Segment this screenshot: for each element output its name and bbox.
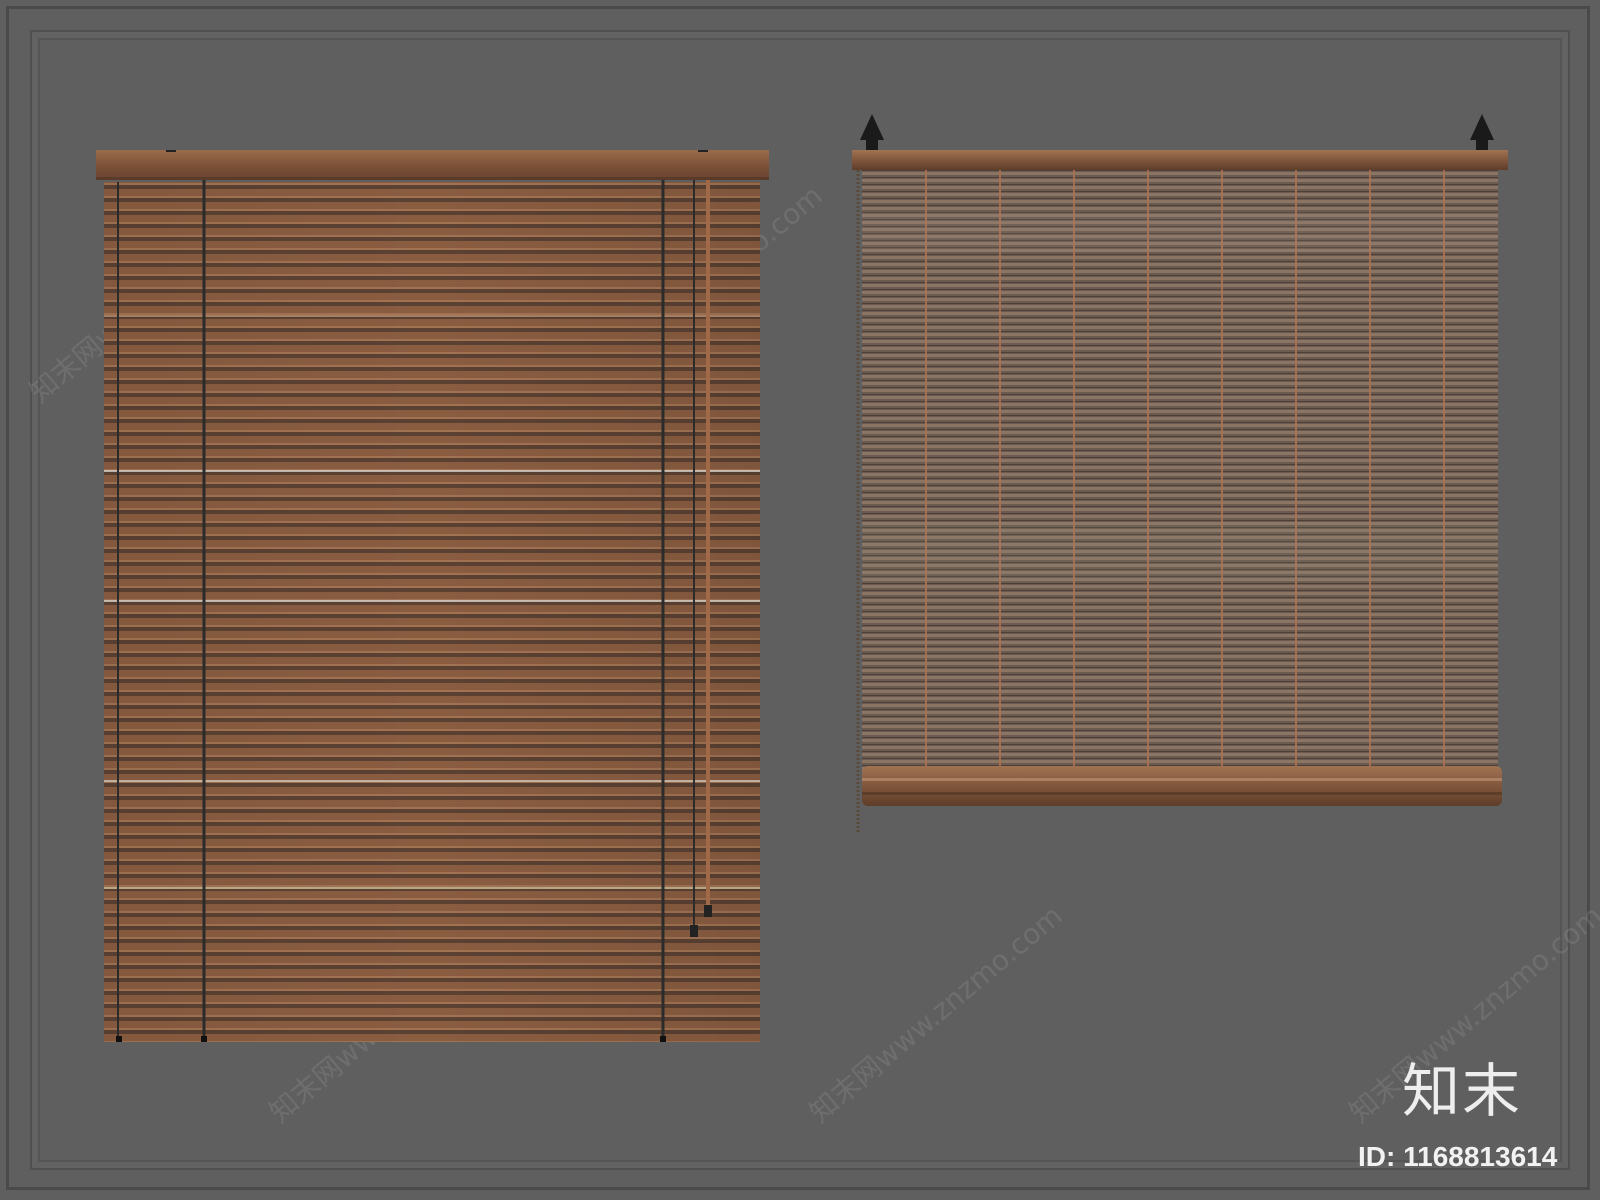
watermark-logo: 知末 [1402, 1057, 1523, 1125]
bamboo-roll-blind [850, 102, 1510, 832]
image-id-label: ID: 1168813614 [1358, 1141, 1558, 1172]
wooden-venetian-blind [96, 150, 769, 1045]
